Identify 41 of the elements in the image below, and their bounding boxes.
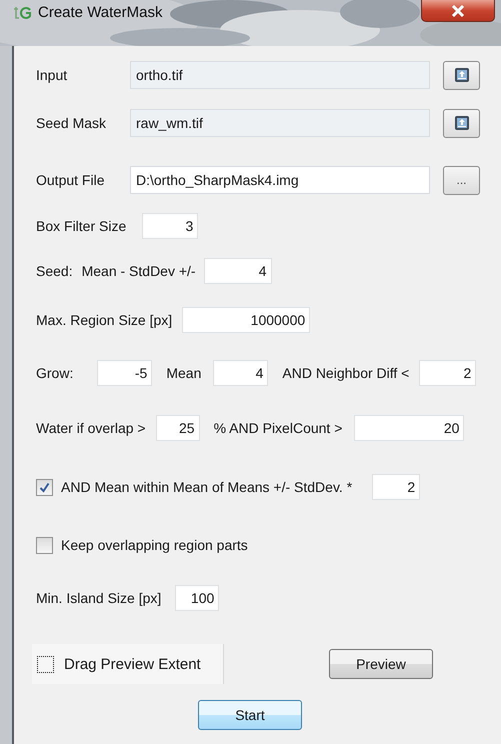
file-path-field[interactable]: raw_wm.tif: [130, 109, 430, 137]
preview-button[interactable]: Preview: [329, 649, 433, 679]
app-icon: [12, 6, 32, 20]
open-file-icon: [454, 67, 470, 83]
field-label: Max. Region Size [px]: [36, 312, 172, 328]
start-button[interactable]: Start: [198, 700, 302, 730]
field-label: AND Neighbor Diff <: [282, 365, 410, 381]
number-field[interactable]: 1000000: [182, 307, 310, 333]
drag-preview-toggle[interactable]: Drag Preview Extent: [32, 644, 224, 684]
close-icon: [451, 4, 465, 16]
field-label: Seed:: [36, 263, 73, 279]
field-label: Mean: [166, 365, 202, 381]
field-label: Input: [36, 67, 68, 83]
window-title: Create WaterMask: [38, 4, 162, 21]
field-label: Min. Island Size [px]: [36, 590, 162, 606]
field-label: % AND PixelCount >: [214, 420, 342, 436]
check-icon: [39, 482, 50, 492]
checkbox[interactable]: Keep overlapping region parts: [36, 536, 248, 554]
number-field[interactable]: 25: [156, 415, 200, 441]
field-label: Mean - StdDev +/-: [82, 263, 196, 279]
browse-button[interactable]: ...: [443, 166, 480, 194]
number-field[interactable]: 20: [354, 415, 464, 441]
number-field[interactable]: 2: [419, 360, 476, 386]
field-label: Seed Mask: [36, 115, 108, 131]
number-field[interactable]: 3: [142, 213, 198, 239]
number-field[interactable]: 4: [204, 258, 272, 284]
file-path-field[interactable]: ortho.tif: [130, 61, 430, 89]
file-path-field[interactable]: D:\ortho_SharpMask4.img: [130, 166, 430, 194]
open-file-icon: [454, 115, 470, 131]
number-field[interactable]: -5: [97, 360, 152, 386]
field-label: Grow:: [36, 365, 74, 381]
open-file-button[interactable]: [443, 60, 480, 90]
checkbox[interactable]: AND Mean within Mean of Means +/- StdDev. *: [36, 478, 352, 496]
number-field[interactable]: 2: [372, 474, 420, 500]
number-field[interactable]: 4: [213, 360, 268, 386]
open-file-button[interactable]: [443, 108, 480, 138]
field-label: Water if overlap >: [36, 420, 146, 436]
close-button[interactable]: [421, 0, 495, 22]
field-label: Output File: [36, 172, 106, 188]
number-field[interactable]: 100: [175, 585, 220, 611]
field-label: Box Filter Size: [36, 218, 126, 234]
